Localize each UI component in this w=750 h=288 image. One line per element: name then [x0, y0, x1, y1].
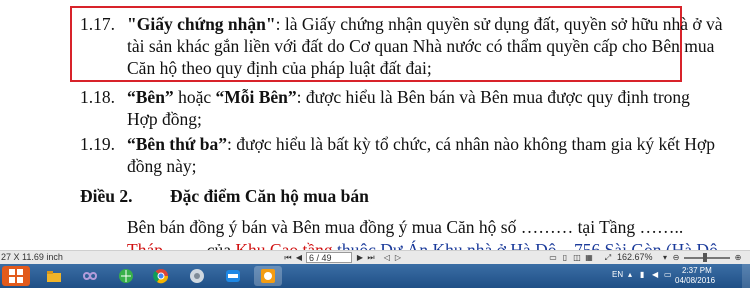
- red-text: Khu Cao tầng: [235, 240, 333, 250]
- foxit-reader-button[interactable]: [254, 266, 282, 286]
- item-number: 1.17.: [80, 14, 115, 34]
- tray-arrow-icon[interactable]: ▴: [628, 270, 632, 279]
- start-button[interactable]: [2, 266, 30, 286]
- prev-page-icon[interactable]: ◀: [294, 253, 304, 262]
- chrome-button[interactable]: [147, 266, 175, 286]
- definition-text: : được hiểu là bất kỳ tổ chức, cá nhân n…: [226, 134, 715, 154]
- zoom-in-icon[interactable]: ⊕: [733, 253, 743, 262]
- show-desktop-button[interactable]: [742, 264, 750, 288]
- definition-line: tài sản khác gắn liền với đất do Cơ quan…: [127, 36, 715, 56]
- folder-icon: [47, 271, 61, 282]
- defined-term: "Giấy chứng nhận": [127, 14, 276, 34]
- definition-line: Căn hộ theo quy định của pháp luật đất đ…: [127, 58, 432, 78]
- next-page-icon[interactable]: ▶: [355, 253, 365, 262]
- view-facing-icon[interactable]: ◫: [572, 253, 582, 262]
- definition-line: “Bên” hoặc “Mỗi Bên”: được hiểu là Bên b…: [127, 87, 690, 107]
- green-globe-app-button[interactable]: [112, 266, 140, 286]
- view-continuous-icon[interactable]: ▯: [560, 253, 570, 262]
- definition-line: “Bên thứ ba”: được hiểu là bất kỳ tổ chứ…: [127, 134, 715, 154]
- zoom-slider[interactable]: [684, 257, 730, 259]
- pdf-reader-icon: [261, 269, 275, 283]
- chrome-icon: [153, 269, 169, 284]
- back-icon[interactable]: ◁: [382, 253, 392, 262]
- infinity-app-button[interactable]: [76, 266, 104, 286]
- page-size-label: 27 X 11.69 inch: [1, 252, 63, 262]
- clock-time[interactable]: 2:37 PM: [682, 266, 712, 275]
- plain-text: …… của: [162, 240, 236, 250]
- globe-icon: [119, 269, 133, 283]
- page-number-field[interactable]: 6 / 49: [306, 252, 352, 263]
- language-indicator[interactable]: EN: [612, 270, 623, 279]
- zoom-level[interactable]: 162.67%: [617, 252, 653, 262]
- item-number: 1.18.: [80, 87, 115, 107]
- zoom-slider-thumb[interactable]: [703, 253, 707, 262]
- network-icon[interactable]: ▮: [640, 270, 644, 279]
- blue-text: thuộc Dự Án Khu nhà ở Hà Đô – 756 Sài Gò…: [332, 240, 718, 250]
- definition-text: : được hiểu là Bên bán và Bên mua được q…: [296, 87, 690, 107]
- view-single-icon[interactable]: ▭: [548, 253, 558, 262]
- definition-line: Hợp đồng;: [127, 109, 202, 129]
- battery-icon[interactable]: ▭: [664, 270, 672, 279]
- document-page: 1.17. "Giấy chứng nhận": là Giấy chứng n…: [0, 0, 750, 250]
- volume-icon[interactable]: ◀: [652, 270, 658, 279]
- paragraph-line: Bên bán đồng ý bán và Bên mua đồng ý mua…: [127, 217, 684, 237]
- viewer-status-bar: 27 X 11.69 inch ⏮ ◀ 6 / 49 ▶ ⏭ ◁ ▷ ▭ ▯ ◫…: [0, 250, 750, 265]
- taskbar: EN ▴ ▮ ◀ ▭ 2:37 PM 04/08/2016: [0, 264, 750, 288]
- clock-date[interactable]: 04/08/2016: [675, 276, 715, 285]
- defined-term: “Bên thứ ba”: [127, 134, 227, 154]
- connector-text: hoặc: [173, 87, 216, 107]
- defined-term: “Bên”: [127, 87, 174, 107]
- fit-page-icon[interactable]: ⤢: [603, 253, 613, 262]
- windows-icon: [9, 269, 23, 283]
- partial-line: Tháp …… của Khu Cao tầng thuộc Dự Án Khu…: [127, 240, 718, 250]
- zalo-icon: [226, 270, 240, 282]
- forward-icon[interactable]: ▷: [393, 253, 403, 262]
- definition-line: đồng này;: [127, 156, 197, 176]
- circle-app-button[interactable]: [183, 266, 211, 286]
- view-cover-icon[interactable]: ▦: [584, 253, 594, 262]
- last-page-icon[interactable]: ⏭: [366, 253, 376, 262]
- zoom-dropdown-icon[interactable]: ▾: [660, 253, 670, 262]
- defined-term: “Mỗi Bên”: [215, 87, 297, 107]
- circle-app-icon: [190, 269, 204, 283]
- definition-text: : là Giấy chứng nhận quyền sử dụng đất, …: [275, 14, 723, 34]
- file-explorer-button[interactable]: [40, 266, 68, 286]
- first-page-icon[interactable]: ⏮: [283, 253, 293, 262]
- zoom-out-icon[interactable]: ⊖: [671, 253, 681, 262]
- article-label: Điều 2.: [80, 186, 133, 206]
- infinity-icon: [82, 272, 98, 280]
- zalo-button[interactable]: [219, 266, 247, 286]
- red-text: Tháp: [127, 240, 163, 250]
- definition-line: "Giấy chứng nhận": là Giấy chứng nhận qu…: [127, 14, 723, 34]
- item-number: 1.19.: [80, 134, 115, 154]
- article-title: Đặc điểm Căn hộ mua bán: [170, 186, 369, 206]
